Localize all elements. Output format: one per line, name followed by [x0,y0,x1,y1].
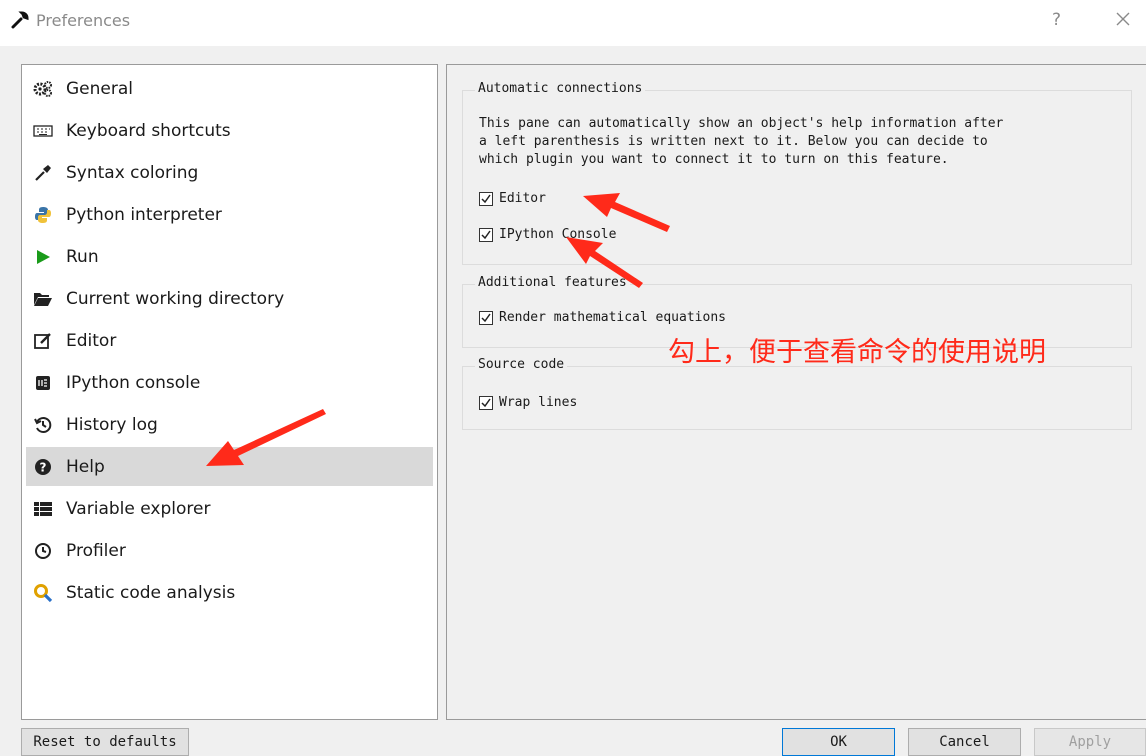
sidebar-item-syntax-coloring[interactable]: Syntax coloring [26,153,433,192]
preferences-category-list: General Keyboard shortcuts Syntax colori… [21,64,438,720]
window-title: Preferences [36,11,131,30]
sidebar-item-label: General [66,78,133,99]
sidebar-item-current-working-directory[interactable]: Current working directory [26,279,433,318]
sidebar-item-run[interactable]: Run [26,237,433,276]
sidebar-item-help[interactable]: ? Help [26,447,433,486]
question-circle-icon: ? [32,457,54,477]
render-math-checkbox[interactable] [479,310,493,325]
title-bar: Preferences ? [0,0,1146,46]
automatic-connections-description: This pane can automatically show an obje… [479,116,1004,167]
group-title: Automatic connections [475,81,646,96]
sidebar-item-history-log[interactable]: History log [26,405,433,444]
group-title: Additional features [475,275,630,290]
sidebar-item-label: Keyboard shortcuts [66,120,231,141]
sidebar-item-label: Editor [66,330,117,351]
reset-to-defaults-button[interactable]: Reset to defaults [21,728,189,756]
source-code-group: Source code Wrap lines [462,357,1132,430]
sidebar-item-label: Profiler [66,540,126,561]
sidebar-item-profiler[interactable]: Profiler [26,531,433,570]
clock-icon [32,541,54,561]
cancel-button[interactable]: Cancel [908,728,1021,756]
checkmark-icon [481,398,491,407]
table-list-icon [32,499,54,519]
close-icon[interactable] [1110,6,1136,32]
ipython-console-checkbox[interactable] [479,227,493,242]
sidebar-item-label: Help [66,456,105,477]
help-settings-pane: Automatic connections This pane can auto… [446,64,1146,720]
sidebar-item-keyboard-shortcuts[interactable]: Keyboard shortcuts [26,111,433,150]
python-icon [32,205,54,225]
sidebar-item-variable-explorer[interactable]: Variable explorer [26,489,433,528]
render-math-checkbox-row[interactable]: Render mathematical equations [479,310,726,325]
annotation-note: 勾上，便于查看命令的使用说明 [668,337,1046,368]
ok-button[interactable]: OK [782,728,895,756]
wrench-icon [11,11,29,29]
checkmark-icon [481,313,491,322]
ipython-console-checkbox-row[interactable]: IPython Console [479,227,616,242]
edit-icon [32,331,54,351]
editor-checkbox[interactable] [479,191,493,206]
checkmark-icon [481,194,491,203]
render-math-checkbox-label: Render mathematical equations [499,310,726,325]
sidebar-item-label: Static code analysis [66,582,236,603]
checkmark-icon [481,230,491,239]
editor-checkbox-label: Editor [499,191,546,206]
sidebar-item-label: Run [66,246,99,267]
wrap-lines-checkbox-label: Wrap lines [499,395,578,410]
ipython-console-checkbox-label: IPython Console [499,227,617,242]
sidebar-item-label: Python interpreter [66,204,222,225]
editor-checkbox-row[interactable]: Editor [479,191,546,206]
sidebar-item-label: Syntax coloring [66,162,199,183]
eyedropper-icon [32,163,54,183]
terminal-icon [32,373,54,393]
play-icon [32,247,54,267]
group-title: Source code [475,357,568,372]
wrap-lines-checkbox[interactable] [479,395,493,410]
automatic-connections-group: Automatic connections This pane can auto… [462,81,1132,265]
sidebar-item-label: Current working directory [66,288,285,309]
gears-icon [32,79,54,99]
sidebar-item-label: History log [66,414,158,435]
sidebar-item-general[interactable]: General [26,69,433,108]
sidebar-item-python-interpreter[interactable]: Python interpreter [26,195,433,234]
help-button[interactable]: ? [1052,10,1061,30]
sidebar-item-static-code-analysis[interactable]: Static code analysis [26,573,433,612]
folder-open-icon [32,289,54,309]
sidebar-item-label: Variable explorer [66,498,211,519]
history-icon [32,415,54,435]
sidebar-item-label: IPython console [66,372,201,393]
sidebar-item-editor[interactable]: Editor [26,321,433,360]
apply-button[interactable]: Apply [1034,728,1146,756]
keyboard-icon [32,121,54,141]
wrap-lines-checkbox-row[interactable]: Wrap lines [479,395,577,410]
magnifier-icon [32,583,54,603]
sidebar-item-ipython-console[interactable]: IPython console [26,363,433,402]
svg-text:?: ? [40,460,47,474]
